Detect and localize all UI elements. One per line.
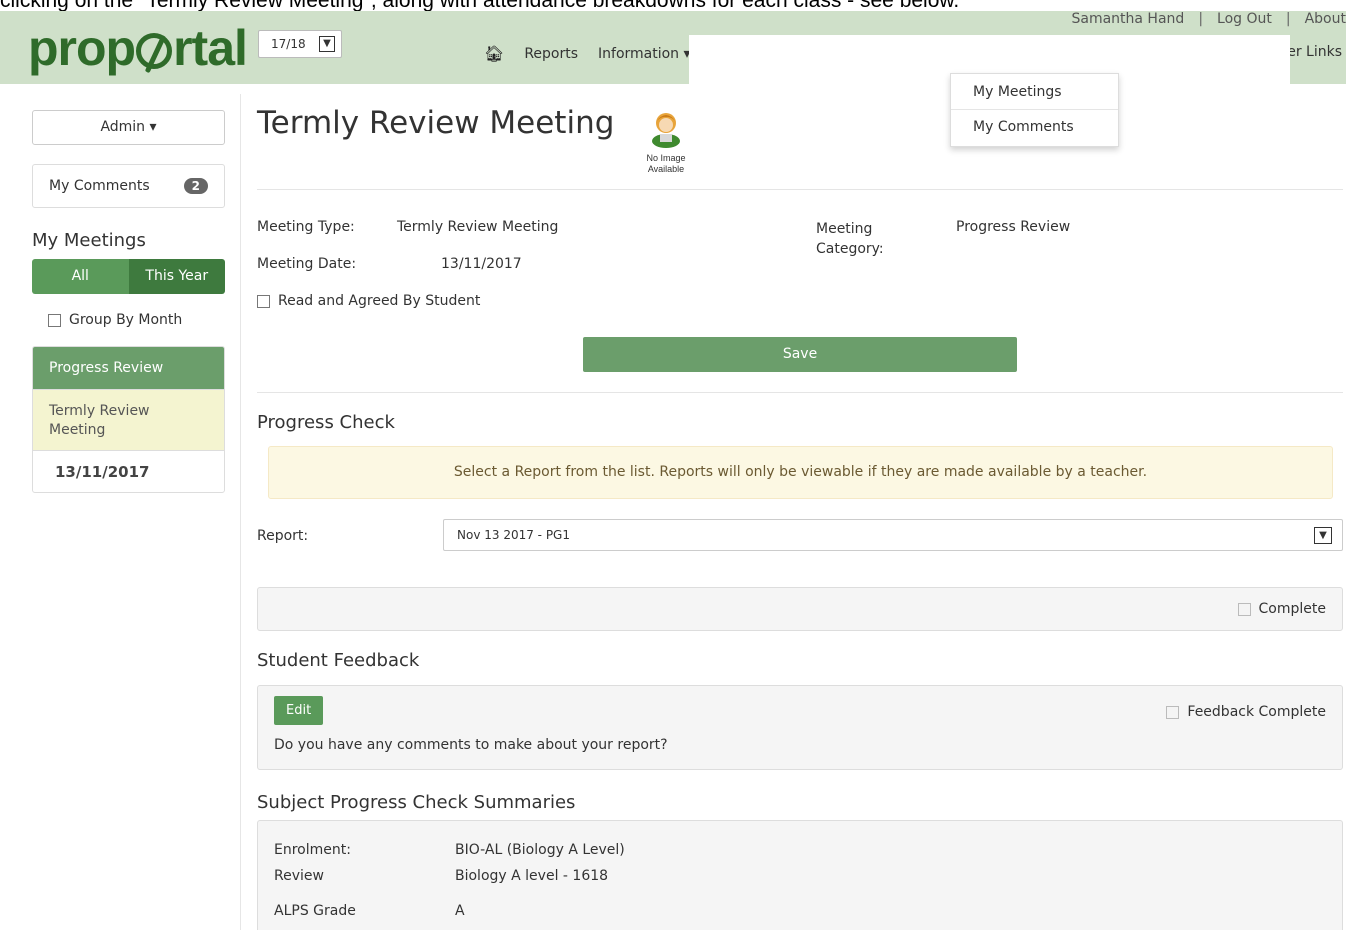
sidebar: Admin ▾ My Comments 2 My Meetings All Th… [32, 110, 225, 493]
summaries-panel: Enrolment: BIO-AL (Biology A Level) Revi… [257, 820, 1343, 930]
meeting-category-header[interactable]: Progress Review [33, 347, 224, 389]
my-meetings-heading: My Meetings [32, 230, 146, 251]
nav-reports[interactable]: Reports [524, 46, 578, 62]
read-agreed-option[interactable]: Read and Agreed By Student [257, 293, 480, 309]
logo-o-mark [136, 33, 173, 69]
alps-grade-value: A [455, 903, 465, 919]
feedback-complete-checkbox[interactable] [1166, 705, 1180, 719]
complete-label: Complete [1258, 601, 1326, 617]
sidebar-divider [240, 94, 241, 930]
report-info-alert: Select a Report from the list. Reports w… [268, 446, 1333, 499]
alps-grade-label: ALPS Grade [274, 903, 356, 919]
separator: | [1285, 11, 1291, 27]
logout-link[interactable]: Log Out [1217, 11, 1272, 27]
chevron-down-icon: ▼ [1314, 527, 1332, 544]
filter-this-year-button[interactable]: This Year [128, 259, 225, 294]
save-button[interactable]: Save [583, 337, 1017, 372]
progress-check-panel: Complete [257, 587, 1343, 631]
meeting-date-label: Meeting Date: [257, 256, 357, 272]
proportal-logo[interactable]: prop rtal [28, 23, 248, 73]
report-select[interactable]: Nov 13 2017 - PG1 ▼ [443, 519, 1343, 551]
meeting-type-label: Meeting Type: [257, 219, 355, 235]
no-image-label: No Image Available [646, 153, 686, 174]
my-comments-label: My Comments [49, 178, 150, 194]
meeting-date-value: 13/11/2017 [441, 256, 522, 272]
review-value: Biology A level - 1618 [455, 868, 609, 884]
my-comments-button[interactable]: My Comments 2 [32, 164, 225, 208]
student-photo-placeholder: No Image Available [643, 110, 689, 175]
report-label: Report: [257, 528, 309, 544]
filter-all-button[interactable]: All [32, 259, 129, 294]
meetings-dropdown-menu: My Meetings My Comments [950, 73, 1119, 147]
dropdown-item-my-meetings[interactable]: My Meetings [951, 74, 1118, 110]
meeting-list-date[interactable]: 13/11/2017 [33, 450, 224, 492]
document-caption: clicking on the "Termly Review Meeting",… [0, 0, 1346, 11]
complete-checkbox[interactable] [1237, 602, 1251, 616]
dropdown-item-my-comments[interactable]: My Comments [951, 110, 1118, 146]
student-feedback-heading: Student Feedback [257, 650, 420, 671]
meeting-list-item[interactable]: Termly Review Meeting [33, 389, 224, 450]
read-agreed-label: Read and Agreed By Student [278, 293, 481, 309]
admin-dropdown-button[interactable]: Admin ▾ [32, 110, 225, 145]
alps-grade-row: ALPS Grade A [274, 903, 465, 919]
group-by-month-label: Group By Month [69, 312, 183, 328]
nav-information-label: Information [598, 45, 680, 62]
nav-information[interactable]: Information ▾ [598, 46, 691, 62]
group-by-month-checkbox[interactable] [48, 313, 61, 327]
edit-feedback-button[interactable]: Edit [274, 696, 324, 725]
admin-label: Admin [100, 119, 146, 135]
person-icon [652, 113, 680, 148]
review-row: Review Biology A level - 1618 [274, 868, 608, 884]
meeting-category-label: Meeting Category: [816, 221, 884, 257]
academic-year-value: 17/18 [271, 37, 306, 51]
user-links: Samantha Hand | Log Out | About [1071, 11, 1346, 27]
meetings-filter-toggle: All This Year [32, 259, 225, 294]
academic-year-select[interactable]: 17/18 ▼ [258, 30, 342, 58]
feedback-question: Do you have any comments to make about y… [274, 737, 668, 753]
meeting-category-value: Progress Review [956, 219, 1071, 235]
group-by-month-option[interactable]: Group By Month [48, 312, 225, 328]
complete-option[interactable]: Complete [1237, 601, 1326, 617]
enrolment-label: Enrolment: [274, 842, 351, 858]
student-feedback-panel: Edit Feedback Complete Do you have any c… [257, 685, 1343, 770]
meeting-list: Progress Review Termly Review Meeting 13… [32, 346, 225, 493]
top-nav: 🏠︎ Reports Information ▾ [484, 44, 691, 63]
progress-check-heading: Progress Check [257, 412, 395, 433]
divider [257, 189, 1343, 190]
enrolment-value: BIO-AL (Biology A Level) [455, 842, 625, 858]
enrolment-row: Enrolment: BIO-AL (Biology A Level) [274, 842, 625, 858]
feedback-complete-label: Feedback Complete [1187, 704, 1326, 720]
report-select-value: Nov 13 2017 - PG1 [457, 528, 570, 542]
summaries-heading: Subject Progress Check Summaries [257, 792, 576, 813]
review-label: Review [274, 868, 324, 884]
meeting-type-value: Termly Review Meeting [397, 219, 559, 235]
nav-other-links[interactable]: er Links [1287, 44, 1342, 60]
read-agreed-checkbox[interactable] [257, 294, 270, 308]
feedback-complete-option[interactable]: Feedback Complete [1166, 704, 1326, 720]
about-link[interactable]: About [1305, 11, 1346, 27]
comments-count-badge: 2 [183, 178, 208, 194]
home-icon[interactable]: 🏠︎ [484, 44, 504, 63]
user-name-link[interactable]: Samantha Hand [1071, 11, 1184, 27]
divider [257, 392, 1343, 393]
separator: | [1198, 11, 1204, 27]
chevron-down-icon: ▼ [319, 36, 335, 52]
page-title: Termly Review Meeting [257, 105, 615, 141]
